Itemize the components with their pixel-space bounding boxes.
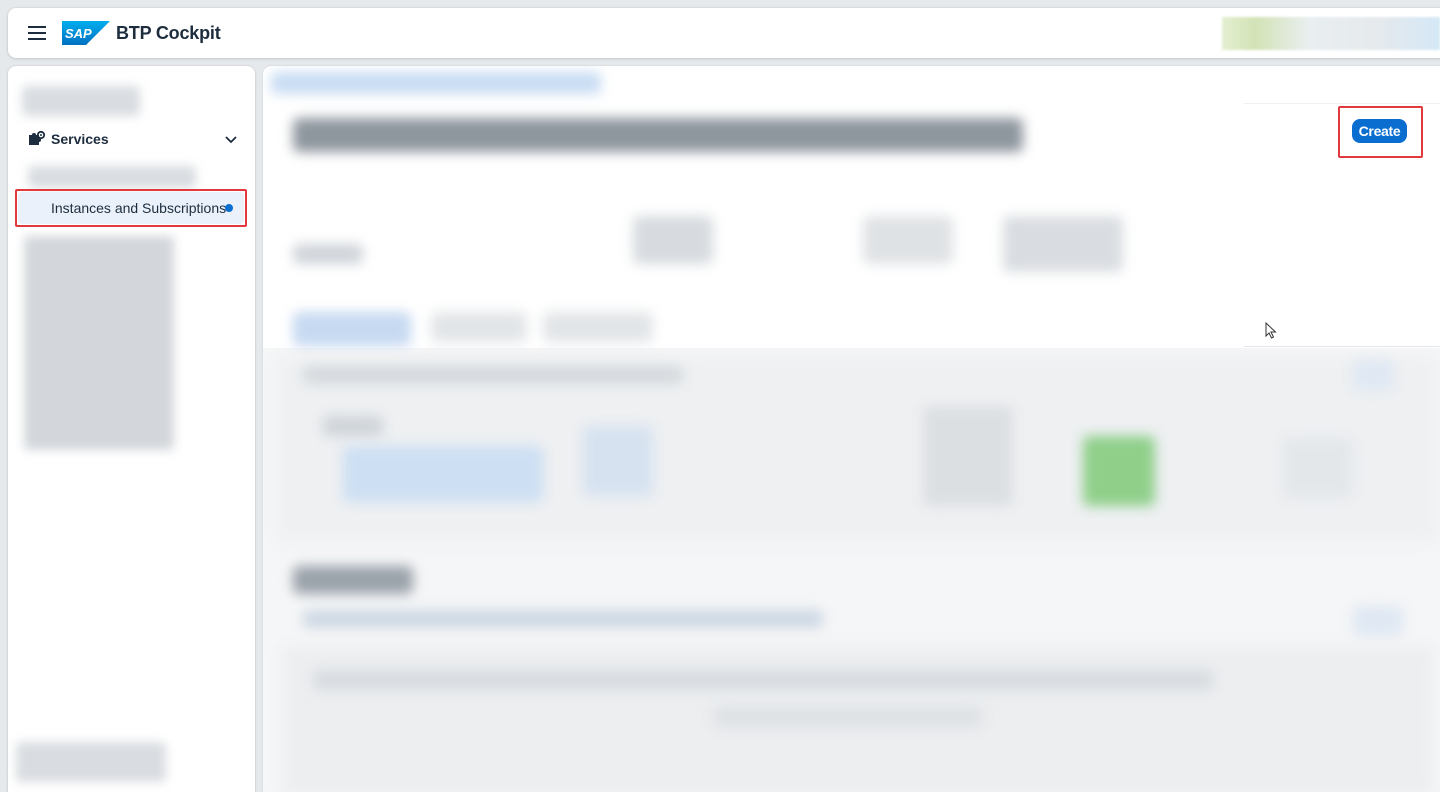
hamburger-menu-icon[interactable] (20, 16, 54, 50)
header-actions-panel (1244, 103, 1440, 347)
nav-group-label: Services (51, 131, 109, 147)
shell-bar: SAP BTP Cockpit (8, 8, 1440, 58)
blurred-nav-item (28, 166, 196, 188)
side-navigation: Services Instances and Subscriptions (8, 66, 255, 792)
blurred-nav-item (16, 742, 166, 782)
selected-indicator-dot (225, 204, 233, 212)
product-title: BTP Cockpit (116, 22, 221, 43)
blurred-header-attribute (863, 216, 953, 264)
blurred-card-row (303, 366, 683, 384)
blurred-section-title (293, 566, 413, 594)
main-content: Create (263, 66, 1440, 792)
svg-text:SAP: SAP (65, 26, 92, 41)
blurred-card-link (583, 426, 653, 496)
services-puzzle-icon (26, 130, 46, 148)
profile-area[interactable] (1222, 17, 1440, 50)
chevron-down-icon[interactable] (224, 132, 238, 146)
blurred-tab (293, 312, 411, 346)
blurred-header-attribute (1003, 216, 1123, 272)
blurred-status-badge (1083, 436, 1155, 506)
sidebar-item-label: Instances and Subscriptions (51, 200, 227, 216)
blurred-card-field (923, 406, 1013, 506)
blurred-card-field (1283, 438, 1353, 498)
blurred-tab (543, 312, 653, 342)
nav-group-services[interactable]: Services (20, 124, 246, 154)
blurred-nav-list (24, 236, 174, 450)
blurred-tab (431, 312, 527, 342)
sap-logo-icon[interactable]: SAP (62, 21, 110, 45)
blurred-table-header (313, 670, 1213, 690)
sidebar-item-instances-and-subscriptions[interactable]: Instances and Subscriptions (18, 192, 244, 224)
blurred-card-link (343, 446, 543, 502)
blurred-nav-item (22, 86, 140, 116)
mouse-pointer-icon (1265, 322, 1277, 339)
blurred-section-subtitle (303, 610, 823, 628)
blurred-table-action (1353, 606, 1403, 636)
blurred-card-field (323, 416, 383, 436)
blurred-breadcrumb (271, 72, 601, 94)
blurred-card-action (1353, 360, 1393, 390)
blurred-page-title (293, 118, 1023, 152)
create-button[interactable]: Create (1352, 119, 1407, 143)
blurred-table-row (713, 706, 983, 728)
blurred-header-attribute (293, 244, 363, 264)
blurred-header-attribute (633, 216, 713, 264)
